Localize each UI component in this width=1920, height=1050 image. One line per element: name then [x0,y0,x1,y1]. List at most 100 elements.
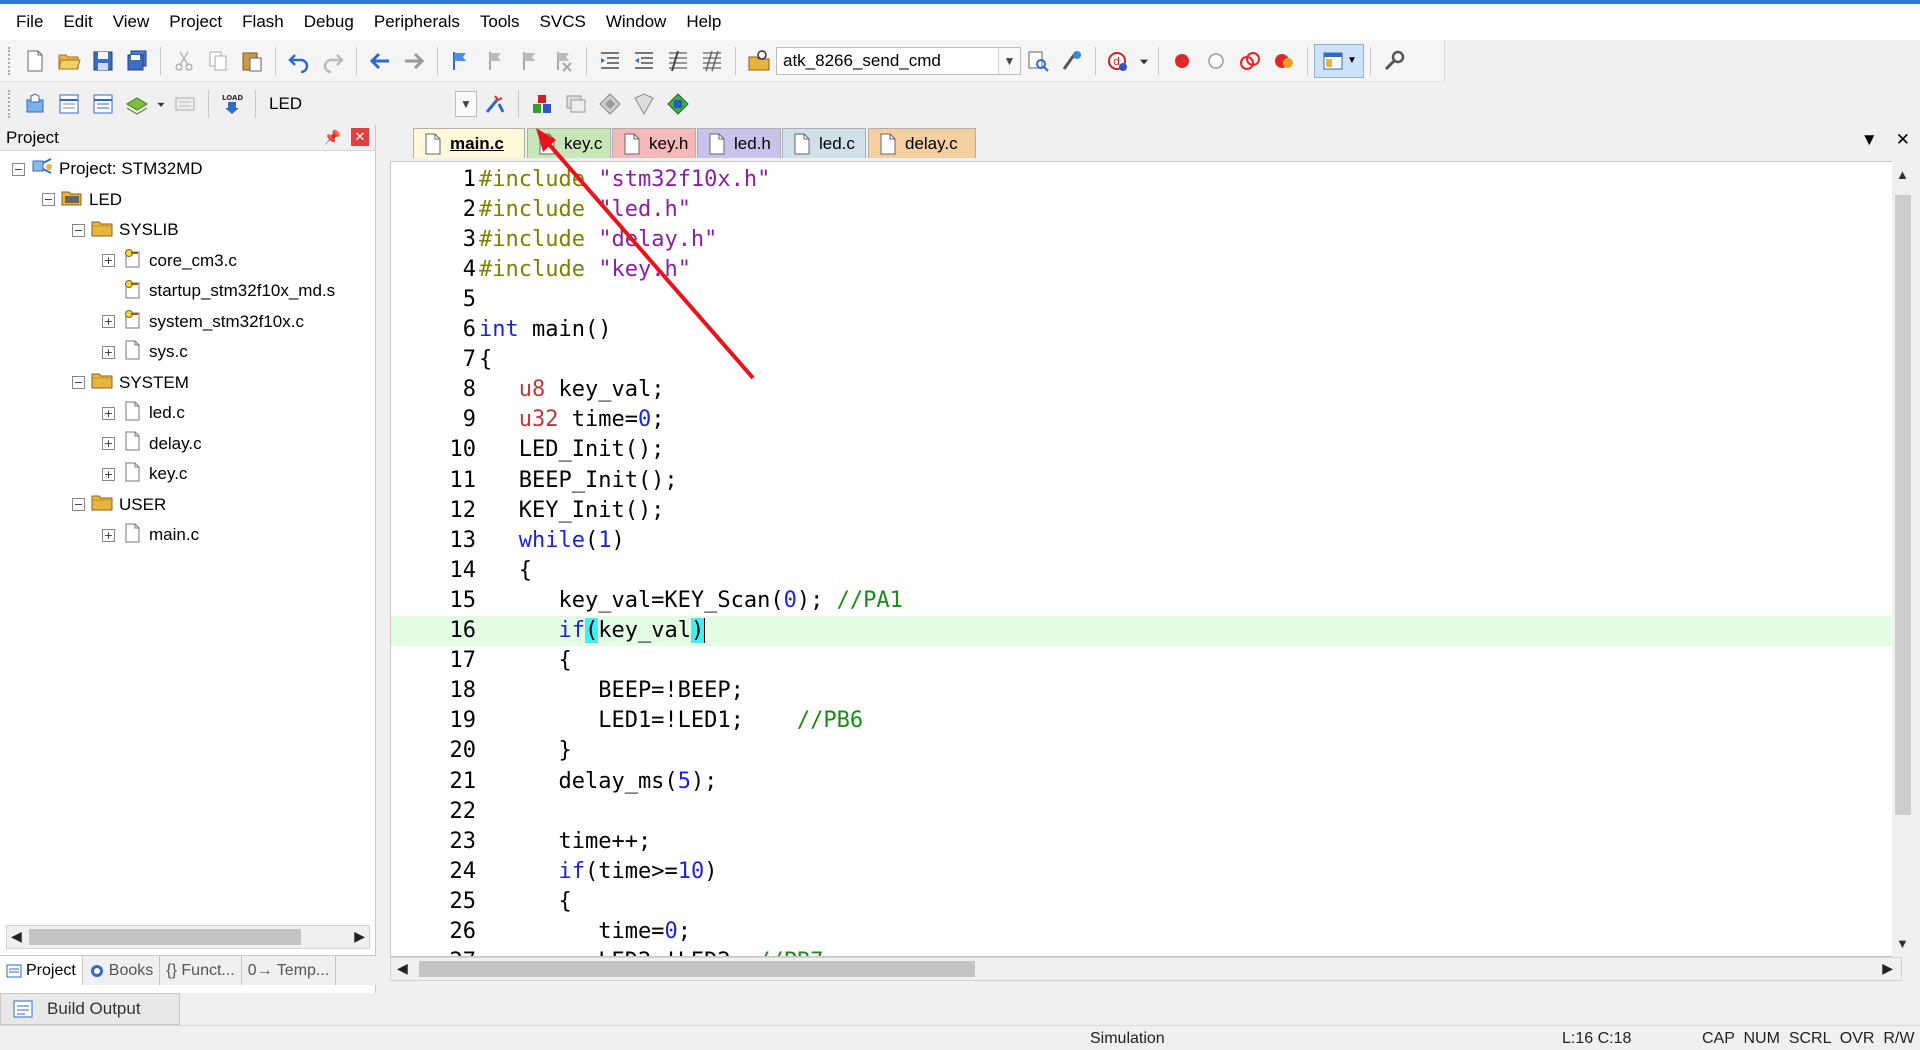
tab-key-h[interactable]: key.h [612,128,696,158]
tree-item[interactable]: startup_stm32f10x_md.s [102,277,335,305]
menu-edit[interactable]: Edit [53,4,102,40]
menu-tools[interactable]: Tools [470,4,530,40]
nav-back-icon[interactable] [363,44,397,78]
rebuild-icon[interactable] [86,87,120,121]
prev-bookmark-icon[interactable] [478,44,512,78]
tab-key-c[interactable]: key.c [527,128,611,158]
tree-item[interactable]: + led.c [102,399,185,427]
pin-icon[interactable]: 📌 [324,129,341,146]
menu-svcs[interactable]: SVCS [530,4,596,40]
code-line[interactable]: 10 LED_Init(); [391,435,1891,465]
code-line[interactable]: 1 #include "stm32f10x.h" [391,164,1891,194]
code-line[interactable]: 16 if(key_val) [391,615,1891,646]
collapse-icon[interactable]: − [42,193,55,206]
tree-item[interactable]: − Project: STM32MD [12,155,203,183]
bookmark-icon[interactable] [444,44,478,78]
code-line[interactable]: 8 u8 key_val; [391,375,1891,405]
rte-icon[interactable] [661,87,695,121]
incremental-find-icon[interactable] [1021,44,1055,78]
code-line[interactable]: 3 #include "delay.h" [391,224,1891,254]
menu-file[interactable]: File [6,4,53,40]
download-load-icon[interactable]: LOAD [215,87,249,121]
enable-breakpoint-icon[interactable] [1199,44,1233,78]
pack-installer-icon[interactable] [627,87,661,121]
select-packs-icon[interactable] [593,87,627,121]
menu-view[interactable]: View [103,4,160,40]
chevron-down-icon[interactable]: ▼ [998,47,1020,74]
code-line[interactable]: 24 if(time>=10) [391,856,1891,886]
code-line[interactable]: 27 LED2=!LED2; //PB7 [391,947,1891,956]
build-output-tab[interactable]: Build Output [0,993,180,1025]
scroll-up-icon[interactable]: ▲ [1896,167,1909,182]
tree-item[interactable]: + main.c [102,521,199,549]
scroll-left-icon[interactable]: ◀ [397,960,408,977]
menu-window[interactable]: Window [596,4,676,40]
tree-item[interactable]: − LED [42,186,122,214]
open-folder-icon[interactable] [52,44,86,78]
menu-flash[interactable]: Flash [232,4,294,40]
code-editor[interactable]: 1 #include "stm32f10x.h" 2 #include "led.h"… [390,161,1902,957]
code-line[interactable]: 25 { [391,886,1891,916]
menu-peripherals[interactable]: Peripherals [364,4,470,40]
batch-build-icon[interactable] [120,87,154,121]
expand-icon[interactable]: + [102,467,115,481]
cut-icon[interactable] [167,44,201,78]
scroll-right-icon[interactable]: ▶ [1882,960,1893,977]
find-combo[interactable]: atk_8266_send_cmd ▼ [776,46,1021,75]
code-line[interactable]: 17 { [391,646,1891,676]
scroll-right-icon[interactable]: ▶ [354,928,365,945]
scroll-left-icon[interactable]: ◀ [11,928,22,945]
menu-help[interactable]: Help [676,4,731,40]
find-in-files-icon[interactable] [742,44,776,78]
save-icon[interactable] [86,44,120,78]
chevron-down-icon[interactable]: ▼ [455,91,477,117]
collapse-icon[interactable]: − [12,162,25,176]
next-bookmark-icon[interactable] [512,44,546,78]
tab-delay-c[interactable]: delay.c [868,128,976,158]
collapse-icon[interactable]: − [72,498,85,511]
project-hscrollbar[interactable]: ◀ ▶ [6,925,370,949]
debug-dropdown-icon[interactable] [1136,44,1152,78]
menu-debug[interactable]: Debug [294,4,364,40]
scroll-thumb[interactable] [419,961,975,977]
manage-components-icon[interactable] [525,87,559,121]
expand-icon[interactable]: + [102,406,115,420]
tab-led-h[interactable]: led.h [697,128,781,158]
code-line[interactable]: 9 u32 time=0; [391,405,1891,435]
tree-item[interactable]: − SYSLIB [72,216,179,244]
comment-icon[interactable] [661,44,695,78]
redo-icon[interactable] [316,44,350,78]
tab-led-c[interactable]: led.c [782,128,866,158]
collapse-icon[interactable]: − [72,376,85,389]
code-line[interactable]: 12 KEY_Init(); [391,495,1891,525]
tree-item[interactable]: − USER [72,491,166,519]
code-line[interactable]: 18 BEEP=!BEEP; [391,676,1891,706]
toolbar-grip[interactable] [8,46,12,75]
close-icon[interactable]: ✕ [351,128,369,146]
expand-icon[interactable]: + [102,528,115,542]
code-line[interactable]: 2 #include "led.h" [391,194,1891,224]
expand-icon[interactable]: + [102,345,115,359]
window-layout-icon[interactable]: ▼ [1314,43,1364,78]
code-line[interactable]: 22 [391,796,1891,826]
paste-icon[interactable] [235,44,269,78]
tree-item[interactable]: + system_stm32f10x.c [102,308,304,336]
editor-hscrollbar[interactable]: ◀ ▶ [390,957,1902,981]
translate-icon[interactable] [18,87,52,121]
uncomment-icon[interactable] [695,44,729,78]
debug-session-icon[interactable]: d [1102,44,1136,78]
tab-main-c[interactable]: main.c [413,128,525,158]
code-line[interactable]: 11 BEEP_Init(); [391,465,1891,495]
code-line[interactable]: 26 time=0; [391,917,1891,947]
tree-item[interactable]: + delay.c [102,430,202,458]
options-for-target-icon[interactable] [478,87,512,121]
batch-dropdown-icon[interactable] [154,87,168,121]
collapse-icon[interactable]: − [72,223,85,237]
code-line[interactable]: 14 { [391,555,1891,585]
code-line[interactable]: 4 #include "key.h" [391,254,1891,284]
expand-icon[interactable]: + [102,315,115,328]
code-line[interactable]: 20 } [391,736,1891,766]
scroll-down-icon[interactable]: ▼ [1896,936,1909,951]
tree-item[interactable]: + key.c [102,460,187,488]
code-line[interactable]: 6 int main() [391,315,1891,345]
